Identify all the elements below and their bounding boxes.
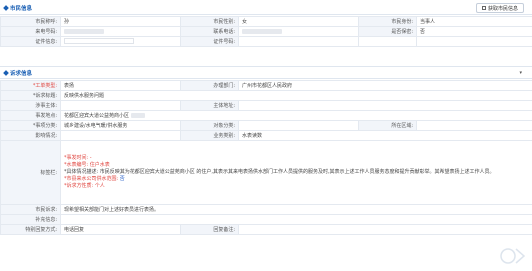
topic-value: 反映供水服务问题: [59, 90, 532, 101]
category-label: *事项分类:: [0, 120, 61, 131]
place-text: 花都区迎宾大道公益苑商小区: [64, 113, 130, 119]
content-line: *事发时间: -: [64, 155, 92, 161]
content-line-value: 否: [119, 176, 125, 182]
fetch-citizen-label: 获取市民信息: [487, 5, 518, 12]
object-category-label: 对象分类:: [180, 120, 239, 131]
request-label: 市民诉求:: [0, 204, 61, 215]
extra-value: [59, 214, 532, 225]
remark-label: 回复备注:: [180, 224, 239, 235]
section-icon: [3, 69, 9, 76]
content-line: *水表编号: 住户水表: [64, 162, 110, 168]
fetch-citizen-button[interactable]: 获取市民信息: [475, 3, 524, 13]
gender-label: 市民性别:: [180, 16, 239, 27]
content-line: *具体情况描述: 市民反映其为花都区迎宾大道公益苑商小区 的住户,其表示其来电表…: [64, 169, 495, 175]
topic-label: *诉求标题:: [0, 90, 61, 101]
redacted-text: [64, 28, 104, 34]
idno-value: [238, 36, 359, 47]
idtype-label: 证件信息:: [0, 36, 61, 47]
content-value: *事发时间: - *水表编号: 住户水表 *具体情况描述: 市民反映其为花都区迎…: [59, 140, 532, 205]
citizen-section-title: 市民信息: [10, 6, 33, 12]
caller-label: 来电号码:: [0, 26, 61, 37]
object-category-value: [238, 120, 359, 131]
idno-label: 证件号码:: [180, 36, 239, 47]
idtype-field[interactable]: [64, 38, 134, 45]
content-label: 标签栏:: [0, 140, 61, 205]
idtype-value: [60, 36, 181, 47]
name-label: 市民称呼:: [0, 16, 61, 27]
content-line: *诉求方性质: 个人: [64, 183, 105, 189]
appeal-table: *工单类型: 表扬 办理部门: 广州市花都区人民政府 *诉求标题: 反映供水服务…: [0, 80, 532, 235]
impact-value: [60, 130, 181, 141]
type-value: 表扬: [60, 80, 181, 91]
watermark-icon: [500, 248, 526, 264]
contact-value: [238, 26, 359, 37]
request-value: 现希望相关部能门对上述好表员进行表扬。: [59, 204, 532, 215]
appeal-section-title: 诉求信息: [10, 70, 33, 77]
appeal-section-header: 诉求信息 ▾: [0, 66, 532, 79]
extra-label: 补充信息:: [0, 214, 61, 225]
business-value: 水表读数: [237, 130, 532, 141]
remark-value: [237, 224, 532, 235]
empty-cell: [358, 36, 417, 47]
section-icon: [3, 5, 9, 11]
type-label: *工单类型:: [0, 80, 61, 91]
name-value: 孙: [60, 16, 181, 27]
gender-value: 女: [238, 16, 359, 27]
redacted-text: [242, 28, 282, 34]
reply-label: 特别回复方式:: [0, 224, 61, 235]
dept-label: 办理部门:: [180, 80, 239, 91]
citizen-section-header: 市民信息: [0, 2, 532, 15]
content-line: *市县来水公司供水范围: 否: [64, 176, 529, 183]
subject-label: 涉事主体:: [0, 100, 61, 111]
chevron-down-icon[interactable]: ▾: [519, 70, 522, 76]
caller-value: [60, 26, 181, 37]
empty-cell: [416, 36, 532, 47]
address-value: [237, 100, 532, 111]
subject-value: [60, 100, 181, 111]
dept-value: 广州市花都区人民政府: [237, 80, 532, 91]
impact-label: 影响情况:: [0, 130, 61, 141]
reply-value: 电话回复: [60, 224, 181, 235]
fetch-icon: [481, 6, 486, 10]
citizen-table: 市民称呼: 孙 市民性别: 女 市民身份: 当事人 来电号码: 联系电话: 是否…: [0, 16, 532, 47]
area-value: [415, 120, 532, 131]
area-label: 所在区域:: [358, 120, 417, 131]
category-value: 城乡建设/水电气暖/供水服务: [60, 120, 181, 131]
contact-label: 联系电话:: [180, 26, 239, 37]
type-label-text: *工单类型:: [32, 83, 57, 89]
content-line-prefix: *市县来水公司供水范围:: [64, 176, 119, 182]
redacted-text: [130, 113, 145, 118]
address-label: 主体地址:: [180, 100, 239, 111]
identity-value: 当事人: [416, 16, 532, 27]
confidential-label: 是否保密:: [358, 26, 417, 37]
business-label: 业务类别:: [180, 130, 239, 141]
place-label: 事发地点:: [0, 110, 61, 121]
confidential-value: 否: [416, 26, 532, 37]
identity-label: 市民身份:: [358, 16, 417, 27]
place-value: 花都区迎宾大道公益苑商小区: [59, 110, 532, 121]
